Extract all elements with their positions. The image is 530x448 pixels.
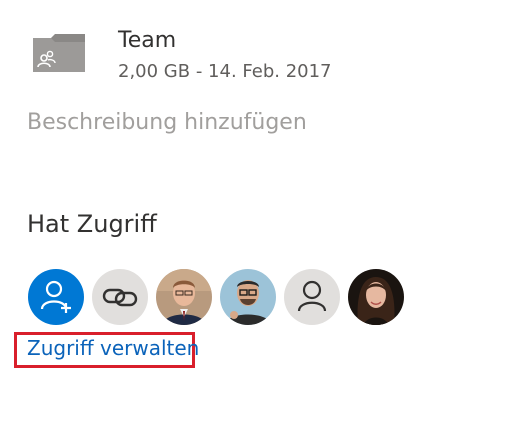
access-heading: Hat Zugriff: [27, 210, 157, 238]
manage-access-link[interactable]: Zugriff verwalten: [27, 335, 199, 361]
add-people-button[interactable]: [28, 269, 84, 325]
file-name: Team: [118, 28, 177, 53]
share-link-button[interactable]: [92, 269, 148, 325]
file-size-date: 2,00 GB - 14. Feb. 2017: [118, 61, 332, 82]
person-avatar-photo[interactable]: [156, 269, 212, 325]
access-avatar-list: [28, 269, 404, 325]
shared-folder-icon: [33, 34, 85, 72]
add-description-field[interactable]: Beschreibung hinzufügen: [27, 109, 307, 137]
person-avatar-photo[interactable]: [348, 269, 404, 325]
link-icon: [102, 288, 138, 307]
add-person-icon: [40, 280, 71, 313]
person-avatar-generic[interactable]: [284, 269, 340, 325]
person-avatar-photo[interactable]: [220, 269, 276, 325]
person-icon: [297, 280, 327, 312]
